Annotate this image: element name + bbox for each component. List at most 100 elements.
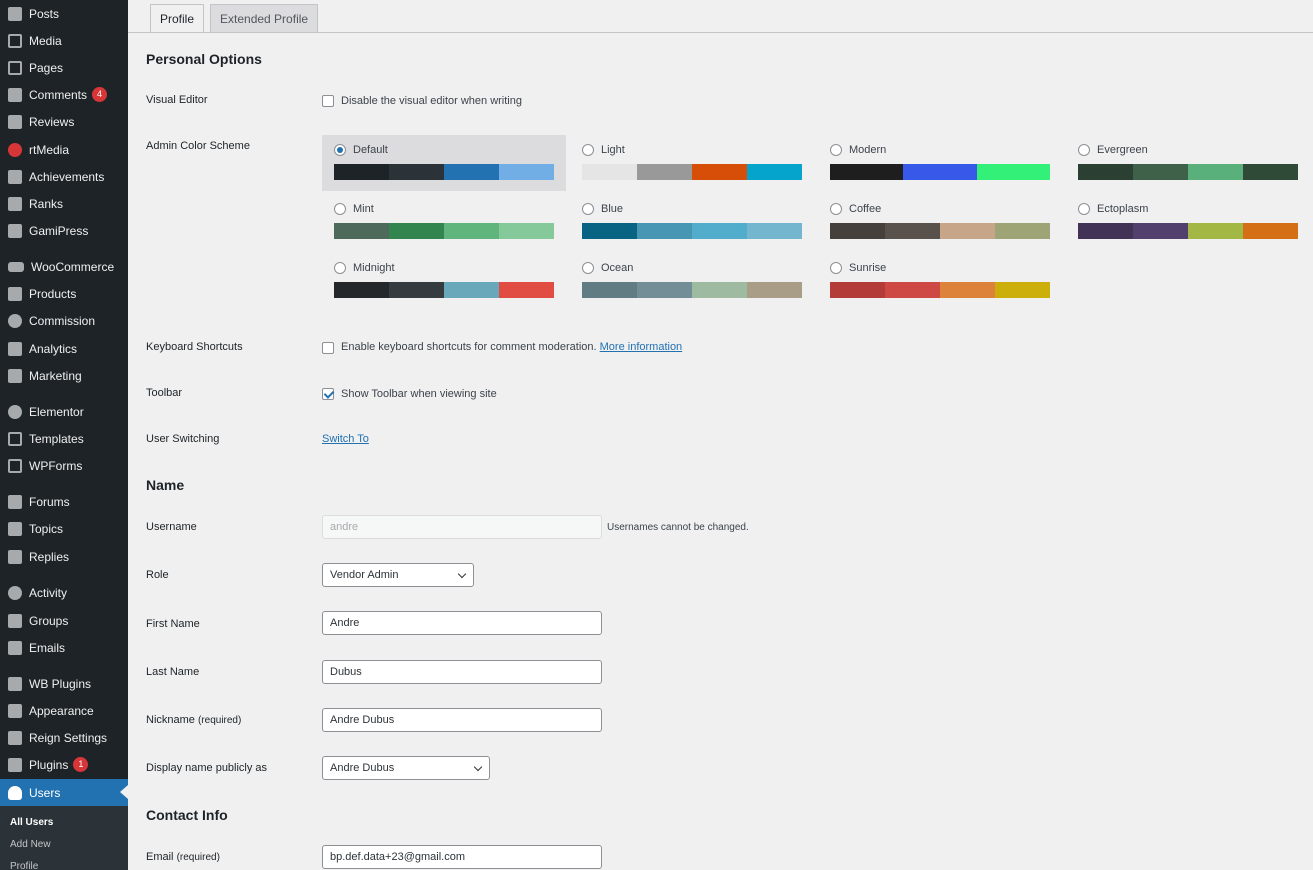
sidebar-item-wpforms[interactable]: WPForms — [0, 452, 128, 479]
scheme-radio[interactable] — [334, 262, 346, 274]
sidebar-item-forums[interactable]: Forums — [0, 488, 128, 515]
sidebar-item-comments[interactable]: Comments 4 — [0, 81, 128, 108]
sidebar-item-label: Commission — [29, 313, 96, 328]
sidebar-item-label: WPForms — [29, 458, 83, 473]
color-scheme-mint[interactable]: Mint — [322, 194, 566, 250]
scheme-radio[interactable] — [830, 144, 842, 156]
sidebar-item-elementor[interactable]: Elementor — [0, 398, 128, 425]
scheme-radio[interactable] — [334, 203, 346, 215]
main-content: Profile Extended Profile Personal Option… — [128, 0, 1313, 870]
scheme-swatches — [1078, 164, 1298, 180]
sidebar-item-plugins[interactable]: Plugins 1 — [0, 751, 128, 778]
color-scheme-midnight[interactable]: Midnight — [322, 253, 566, 309]
scheme-radio[interactable] — [582, 144, 594, 156]
toolbar-text: Show Toolbar when viewing site — [341, 388, 497, 400]
color-swatch — [830, 282, 885, 298]
tab-extended-profile[interactable]: Extended Profile — [210, 4, 319, 33]
scheme-radio[interactable] — [1078, 203, 1090, 215]
scheme-radio[interactable] — [582, 203, 594, 215]
first-name-label: First Name — [146, 618, 200, 630]
keyboard-shortcuts-checkbox[interactable] — [322, 342, 334, 354]
sidebar-item-achievements[interactable]: Achievements — [0, 163, 128, 190]
display-name-value: Andre Dubus — [330, 762, 395, 774]
color-swatch — [1243, 164, 1298, 180]
submenu-add-new[interactable]: Add New — [10, 839, 51, 850]
submenu-all-users[interactable]: All Users — [10, 817, 53, 828]
color-swatch — [830, 223, 885, 239]
sidebar-item-woocommerce[interactable]: WooCommerce — [0, 253, 128, 280]
last-name-input[interactable]: Dubus — [322, 660, 602, 684]
nickname-input[interactable]: Andre Dubus — [322, 708, 602, 732]
keyboard-shortcuts-label: Keyboard Shortcuts — [146, 341, 243, 353]
color-scheme-evergreen[interactable]: Evergreen — [1066, 135, 1310, 191]
color-swatch — [1243, 223, 1298, 239]
submenu-profile[interactable]: Profile — [10, 861, 38, 870]
activity-icon — [8, 585, 22, 600]
sidebar-item-pages[interactable]: Pages — [0, 54, 128, 81]
scheme-name: Light — [601, 144, 625, 156]
marketing-icon — [8, 368, 22, 383]
sidebar-item-analytics[interactable]: Analytics — [0, 335, 128, 362]
scheme-radio[interactable] — [334, 144, 346, 156]
analytics-icon — [8, 341, 22, 356]
display-name-select[interactable]: Andre Dubus — [322, 756, 490, 780]
sidebar-item-label: GamiPress — [29, 223, 89, 238]
sidebar-item-replies[interactable]: Replies — [0, 543, 128, 570]
color-scheme-ocean[interactable]: Ocean — [570, 253, 814, 309]
sidebar-item-appearance[interactable]: Appearance — [0, 697, 128, 724]
sidebar-item-rtmedia[interactable]: rtMedia — [0, 136, 128, 163]
sidebar-item-wb-plugins[interactable]: WB Plugins — [0, 670, 128, 697]
sidebar-item-gamipress[interactable]: GamiPress — [0, 217, 128, 244]
sidebar-item-ranks[interactable]: Ranks — [0, 190, 128, 217]
topics-icon — [8, 521, 22, 536]
plugins-icon — [8, 757, 22, 772]
reviews-icon — [8, 114, 22, 129]
appearance-icon — [8, 703, 22, 718]
sidebar-item-users[interactable]: Users — [0, 779, 128, 806]
visual-editor-checkbox[interactable] — [322, 95, 334, 107]
sidebar-item-media[interactable]: Media — [0, 27, 128, 54]
visual-editor-label: Visual Editor — [146, 94, 208, 106]
email-label: Email (required) — [146, 851, 220, 863]
toolbar-checkbox[interactable] — [322, 388, 334, 400]
scheme-radio[interactable] — [1078, 144, 1090, 156]
sidebar-item-commission[interactable]: Commission — [0, 307, 128, 334]
color-scheme-light[interactable]: Light — [570, 135, 814, 191]
scheme-swatches — [582, 223, 802, 239]
replies-icon — [8, 549, 22, 564]
role-select[interactable]: Vendor Admin — [322, 563, 474, 587]
color-scheme-coffee[interactable]: Coffee — [818, 194, 1062, 250]
color-swatch — [885, 282, 940, 298]
sidebar-item-emails[interactable]: Emails — [0, 634, 128, 661]
sidebar-item-reign-settings[interactable]: Reign Settings — [0, 724, 128, 751]
color-swatch — [692, 164, 747, 180]
more-information-link[interactable]: More information — [600, 341, 683, 353]
sidebar-item-topics[interactable]: Topics — [0, 515, 128, 542]
color-scheme-sunrise[interactable]: Sunrise — [818, 253, 1062, 309]
sidebar-item-groups[interactable]: Groups — [0, 607, 128, 634]
sidebar-item-reviews[interactable]: Reviews — [0, 108, 128, 135]
sidebar-item-label: Posts — [29, 6, 60, 21]
sidebar-item-label: Topics — [29, 521, 64, 536]
color-swatch — [582, 164, 637, 180]
scheme-radio[interactable] — [830, 262, 842, 274]
scheme-swatches — [334, 164, 554, 180]
scheme-radio[interactable] — [582, 262, 594, 274]
sidebar-item-label: Templates — [29, 431, 84, 446]
first-name-input[interactable]: Andre — [322, 611, 602, 635]
color-scheme-ectoplasm[interactable]: Ectoplasm — [1066, 194, 1310, 250]
sidebar-item-products[interactable]: Products — [0, 280, 128, 307]
sidebar-item-activity[interactable]: Activity — [0, 579, 128, 606]
color-scheme-blue[interactable]: Blue — [570, 194, 814, 250]
sidebar-item-templates[interactable]: Templates — [0, 425, 128, 452]
sidebar-item-label: Marketing — [29, 368, 82, 383]
color-scheme-modern[interactable]: Modern — [818, 135, 1062, 191]
color-scheme-default[interactable]: Default — [322, 135, 566, 191]
sidebar-item-posts[interactable]: Posts — [0, 0, 128, 27]
sidebar-item-marketing[interactable]: Marketing — [0, 362, 128, 389]
email-input[interactable]: bp.def.data+23@gmail.com — [322, 845, 602, 869]
scheme-radio[interactable] — [830, 203, 842, 215]
color-swatch — [334, 223, 389, 239]
tab-profile[interactable]: Profile — [150, 4, 205, 33]
switch-to-link[interactable]: Switch To — [322, 433, 369, 445]
